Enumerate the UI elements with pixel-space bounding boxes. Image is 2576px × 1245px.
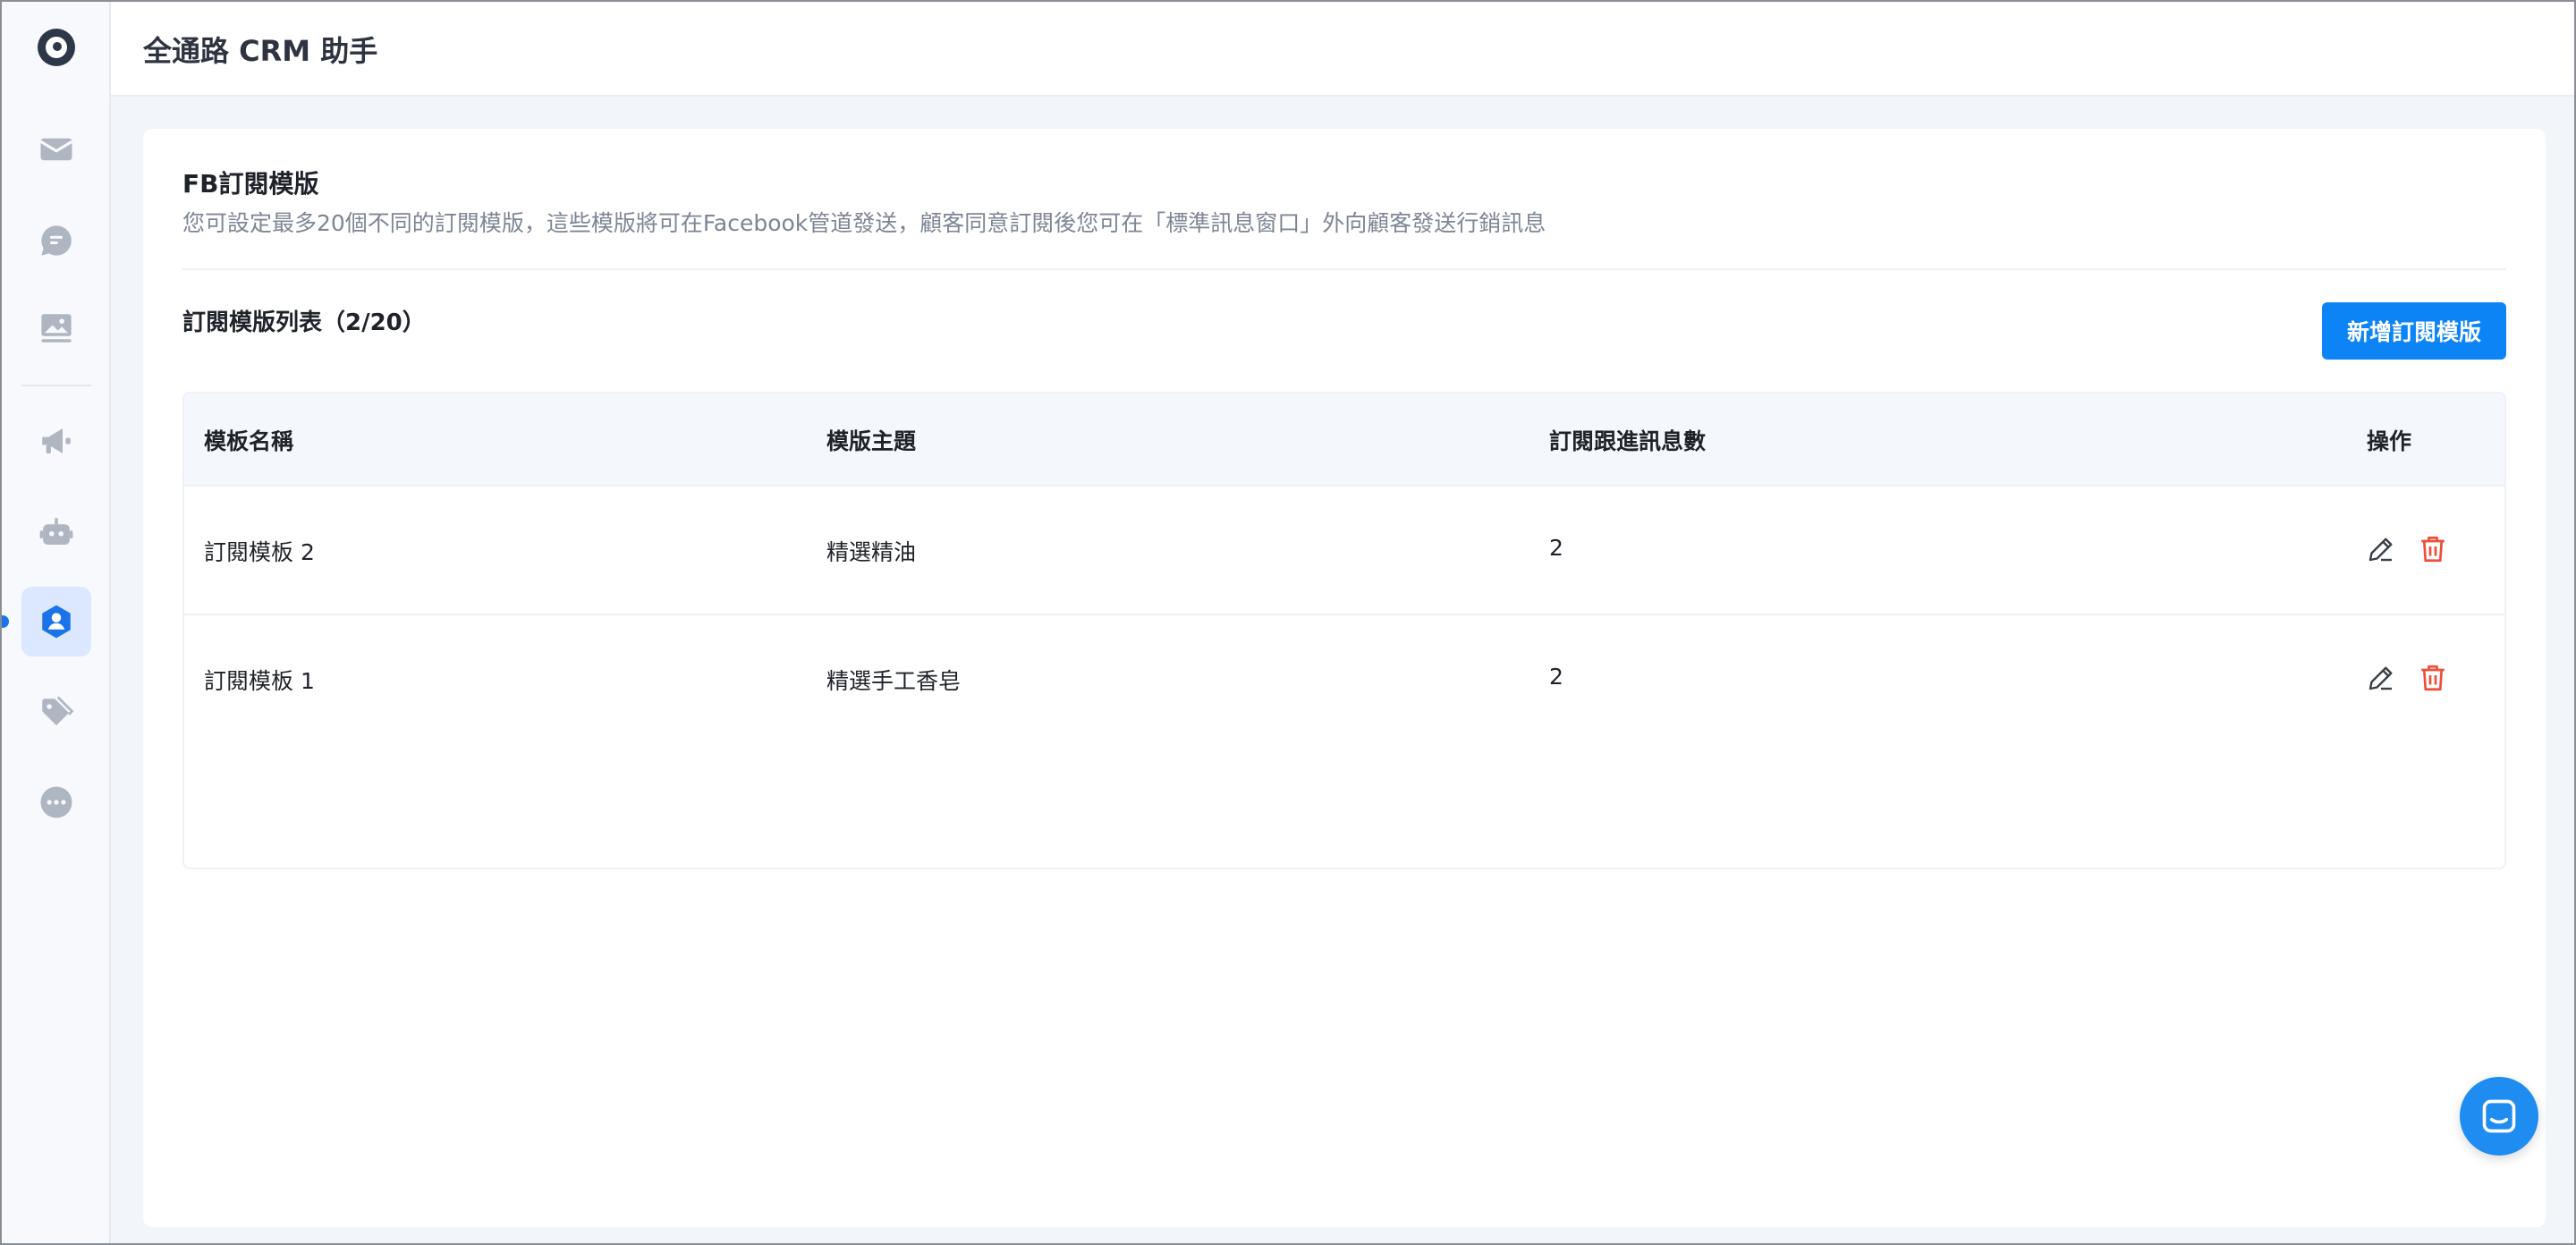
sidebar-item-contacts[interactable] [21, 587, 91, 656]
sidebar-divider [21, 385, 91, 386]
sidebar [2, 2, 111, 1243]
sidebar-item-chat[interactable] [21, 206, 91, 275]
edit-button[interactable] [2363, 660, 2399, 696]
megaphone-icon [42, 428, 71, 453]
edit-icon [2368, 538, 2393, 562]
header: 全通路 CRM 助手 [111, 2, 2574, 97]
app-window: 全通路 CRM 助手 FB訂閱模版 您可設定最多20個不同的訂閱模版，這些模版將… [0, 0, 2576, 1245]
edit-button[interactable] [2363, 531, 2399, 567]
sidebar-item-media[interactable] [21, 293, 91, 363]
templates-table: 模板名稱 模版主題 訂閱跟進訊息數 操作 訂閱模板 2 精選精油 2 訂閱模板 … [182, 392, 2506, 869]
sidebar-item-more[interactable] [21, 767, 91, 837]
main-card: FB訂閱模版 您可設定最多20個不同的訂閱模版，這些模版將可在Facebook管… [143, 129, 2546, 1227]
trash-icon [2421, 665, 2445, 691]
delete-button[interactable] [2415, 660, 2451, 696]
chat-widget-button[interactable] [2460, 1077, 2538, 1156]
column-header-topic: 模版主題 [826, 428, 917, 454]
app-title: 全通路 CRM 助手 [143, 34, 378, 68]
chat-bubble-icon [2482, 1099, 2516, 1133]
contacts-icon [42, 605, 71, 639]
sidebar-item-tags[interactable] [21, 678, 91, 748]
list-title: 訂閱模版列表（2/20） [182, 309, 426, 336]
template-name: 訂閱模板 1 [204, 668, 315, 694]
tag-icon [42, 696, 74, 725]
sidebar-item-broadcast[interactable] [21, 406, 91, 476]
page-description: 您可設定最多20個不同的訂閱模版，這些模版將可在Facebook管道發送，顧客同… [182, 210, 1546, 236]
sidebar-item-inbox[interactable] [21, 114, 91, 184]
delete-button[interactable] [2415, 531, 2451, 567]
template-topic: 精選精油 [826, 539, 917, 565]
table-header: 模板名稱 模版主題 訂閱跟進訊息數 操作 [184, 394, 2504, 485]
column-header-name: 模板名稱 [204, 428, 294, 454]
add-template-button[interactable]: 新增訂閱模版 [2322, 302, 2506, 360]
column-header-count: 訂閱跟進訊息數 [1549, 428, 1707, 454]
page-title: FB訂閱模版 [182, 169, 319, 199]
template-topic: 精選手工香皂 [826, 668, 962, 694]
divider [182, 268, 2506, 270]
bot-icon [39, 518, 73, 545]
edit-icon [2368, 666, 2393, 690]
template-name: 訂閱模板 2 [204, 539, 315, 565]
column-header-actions: 操作 [2367, 428, 2412, 454]
more-icon [40, 786, 72, 818]
logo-icon[interactable] [38, 29, 75, 66]
table-row: 訂閱模板 2 精選精油 2 [184, 485, 2504, 614]
table-row: 訂閱模板 1 精選手工香皂 2 [184, 614, 2504, 742]
template-message-count: 2 [1549, 535, 1563, 561]
chat-icon [41, 225, 72, 256]
template-message-count: 2 [1549, 664, 1563, 690]
image-icon [41, 314, 72, 343]
sidebar-item-bot[interactable] [21, 497, 91, 567]
trash-icon [2421, 536, 2445, 563]
inbox-icon [39, 138, 73, 161]
